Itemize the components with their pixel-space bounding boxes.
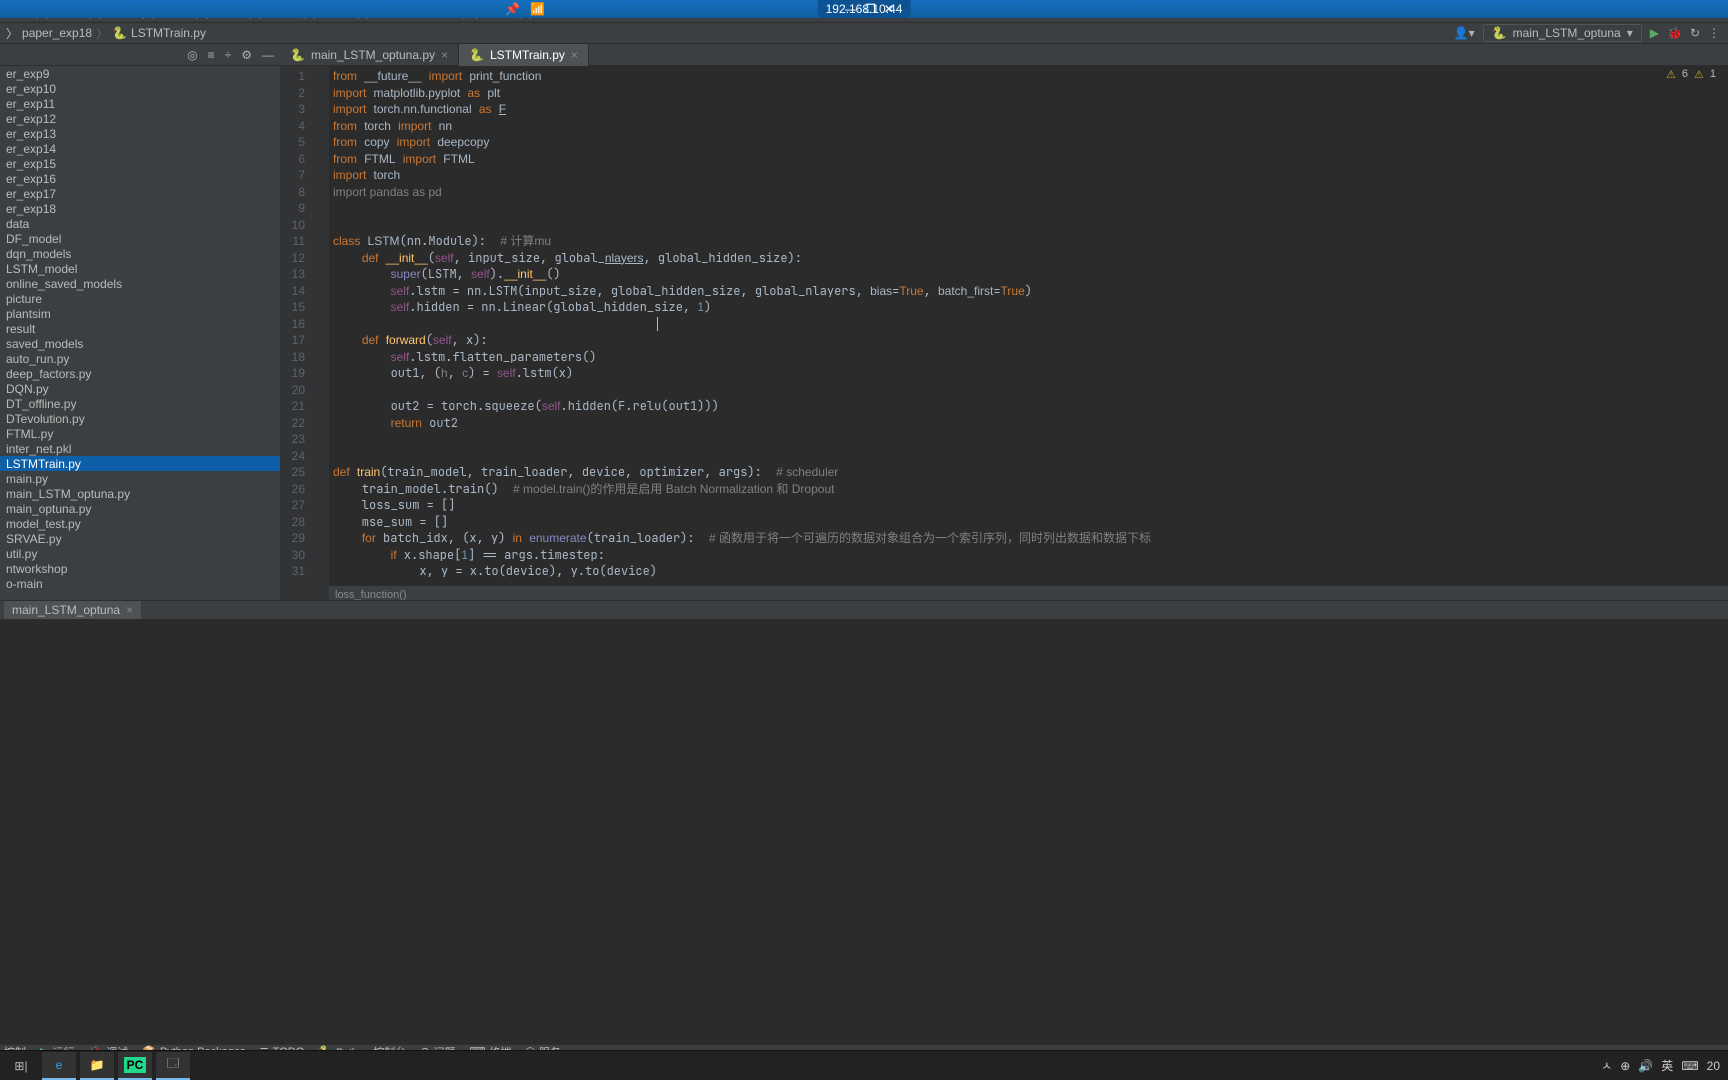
tree-item[interactable]: DT_offline.py [0,396,280,411]
warning-icon: ⚠ [1666,68,1676,81]
tree-item[interactable]: er_exp16 [0,171,280,186]
tree-item[interactable]: DF_model [0,231,280,246]
tree-item[interactable]: LSTMTrain.py [0,456,280,471]
tree-item[interactable]: er_exp10 [0,81,280,96]
ime-lang-indicator[interactable]: 英 [1661,1057,1673,1074]
tree-item[interactable]: er_exp15 [0,156,280,171]
warning-count: 6 [1682,68,1688,81]
tree-item[interactable]: util.py [0,546,280,561]
ime-keyboard-icon[interactable]: ⌨ [1681,1059,1698,1073]
tab-label: LSTMTrain.py [490,48,565,62]
tree-item[interactable]: inter_net.pkl [0,441,280,456]
fold-gutter [315,66,329,604]
pycharm-icon[interactable]: PC [118,1052,152,1080]
task-view-icon[interactable]: ⊞| [4,1052,38,1080]
run-tab[interactable]: main_LSTM_optuna × [4,601,141,619]
settings-gear-icon[interactable]: ⚙ [241,48,252,62]
breadcrumb-project[interactable]: 〉 paper_exp18 [6,25,92,42]
tree-item[interactable]: er_exp13 [0,126,280,141]
close-tab-icon[interactable]: × [571,48,578,62]
app-icon[interactable]: 🗔 [156,1052,190,1080]
tree-item[interactable]: dqn_models [0,246,280,261]
edge-browser-icon[interactable]: e [42,1052,76,1080]
weak-warning-icon: ⚠ [1694,68,1704,81]
project-toolbar: ◎ ≡ ÷ ⚙ — [0,44,280,66]
pin-icon[interactable]: 📌 [505,2,520,16]
windows-taskbar: ⊞| e 📁 PC 🗔 ㅅ ⊕ 🔊 英 ⌨ 20 [0,1050,1728,1080]
code-editor[interactable]: from __future__ import print_function im… [329,66,1720,604]
tree-item[interactable]: er_exp14 [0,141,280,156]
breadcrumb-file[interactable]: 🐍 LSTMTrain.py [112,26,206,40]
tree-item[interactable]: online_saved_models [0,276,280,291]
tray-volume-icon[interactable]: 🔊 [1638,1059,1653,1073]
tree-item[interactable]: LSTM_model [0,261,280,276]
hide-panel-icon[interactable]: — [262,48,274,62]
clock-partial[interactable]: 20 [1707,1059,1720,1073]
remote-close-icon[interactable]: ✕ [884,2,894,16]
tree-item[interactable]: model_test.py [0,516,280,531]
run-tool-tab-bar: main_LSTM_optuna × [0,600,1728,620]
signal-icon: 📶 [530,2,545,16]
tree-item[interactable]: ntworkshop [0,561,280,576]
remote-connection-bar: 📌 📶 192.168.10.44 — ❐ ✕ [0,0,1728,18]
python-script-icon: 🐍 [1492,26,1507,40]
tray-chevron-icon[interactable]: ㅅ [1601,1057,1612,1074]
collapse-all-icon[interactable]: ÷ [225,48,232,62]
tree-item[interactable]: deep_factors.py [0,366,280,381]
run-tool-body[interactable] [0,620,1728,1044]
more-run-icon[interactable]: ⋮ [1708,26,1720,40]
close-tab-icon[interactable]: × [441,48,448,62]
tree-item[interactable]: er_exp18 [0,201,280,216]
inspections-widget[interactable]: ⚠ 6 ⚠ 1 [1666,68,1716,81]
tree-item[interactable]: SRVAE.py [0,531,280,546]
breadcrumb-sep-icon: 〉 [96,25,108,42]
editor-tab-active[interactable]: 🐍 LSTMTrain.py × [459,44,589,66]
python-file-icon: 🐍 [469,48,484,62]
tree-item[interactable]: plantsim [0,306,280,321]
editor-tab[interactable]: 🐍 main_LSTM_optuna.py × [280,44,459,66]
weak-warning-count: 1 [1710,68,1716,81]
tree-item[interactable]: DTevolution.py [0,411,280,426]
tree-item[interactable]: FTML.py [0,426,280,441]
line-number-gutter: 1234567891011121314151617181920212223242… [280,66,315,604]
tree-item[interactable]: data [0,216,280,231]
rerun-icon[interactable]: ↻ [1690,26,1700,40]
tree-item[interactable]: main_LSTM_optuna.py [0,486,280,501]
tree-item[interactable]: er_exp9 [0,66,280,81]
chevron-down-icon: ▾ [1627,26,1633,40]
tree-item[interactable]: auto_run.py [0,351,280,366]
remote-minimize-icon[interactable]: — [845,2,857,16]
tree-item[interactable]: result [0,321,280,336]
tab-label: main_LSTM_optuna.py [311,48,435,62]
remote-restore-icon[interactable]: ❐ [865,2,876,16]
tree-item[interactable]: main.py [0,471,280,486]
tree-item[interactable]: saved_models [0,336,280,351]
tree-item[interactable]: er_exp17 [0,186,280,201]
tree-item[interactable]: main_optuna.py [0,501,280,516]
tree-item[interactable]: er_exp11 [0,96,280,111]
file-explorer-icon[interactable]: 📁 [80,1052,114,1080]
tree-item[interactable]: DQN.py [0,381,280,396]
debug-button-icon[interactable]: 🐞 [1667,26,1682,40]
run-config-selector[interactable]: 🐍 main_LSTM_optuna ▾ [1483,24,1642,42]
tree-item[interactable]: er_exp12 [0,111,280,126]
select-opened-file-icon[interactable]: ◎ [187,48,197,62]
tree-item[interactable]: o-main [0,576,280,591]
close-tab-icon[interactable]: × [126,603,133,617]
user-icon[interactable]: 👤▾ [1454,26,1475,40]
tray-network-icon[interactable]: ⊕ [1620,1059,1630,1073]
editor-tab-bar: 🐍 main_LSTM_optuna.py × 🐍 LSTMTrain.py × [280,44,1728,66]
expand-all-icon[interactable]: ≡ [208,48,215,62]
python-file-icon: 🐍 [290,48,305,62]
run-config-label: main_LSTM_optuna [1513,26,1621,40]
run-button-icon[interactable]: ▶ [1650,26,1659,40]
tree-item[interactable]: picture [0,291,280,306]
nav-bar: 〉 paper_exp18 〉 🐍 LSTMTrain.py 👤▾ 🐍 main… [0,22,1728,44]
run-tab-label: main_LSTM_optuna [12,603,120,617]
